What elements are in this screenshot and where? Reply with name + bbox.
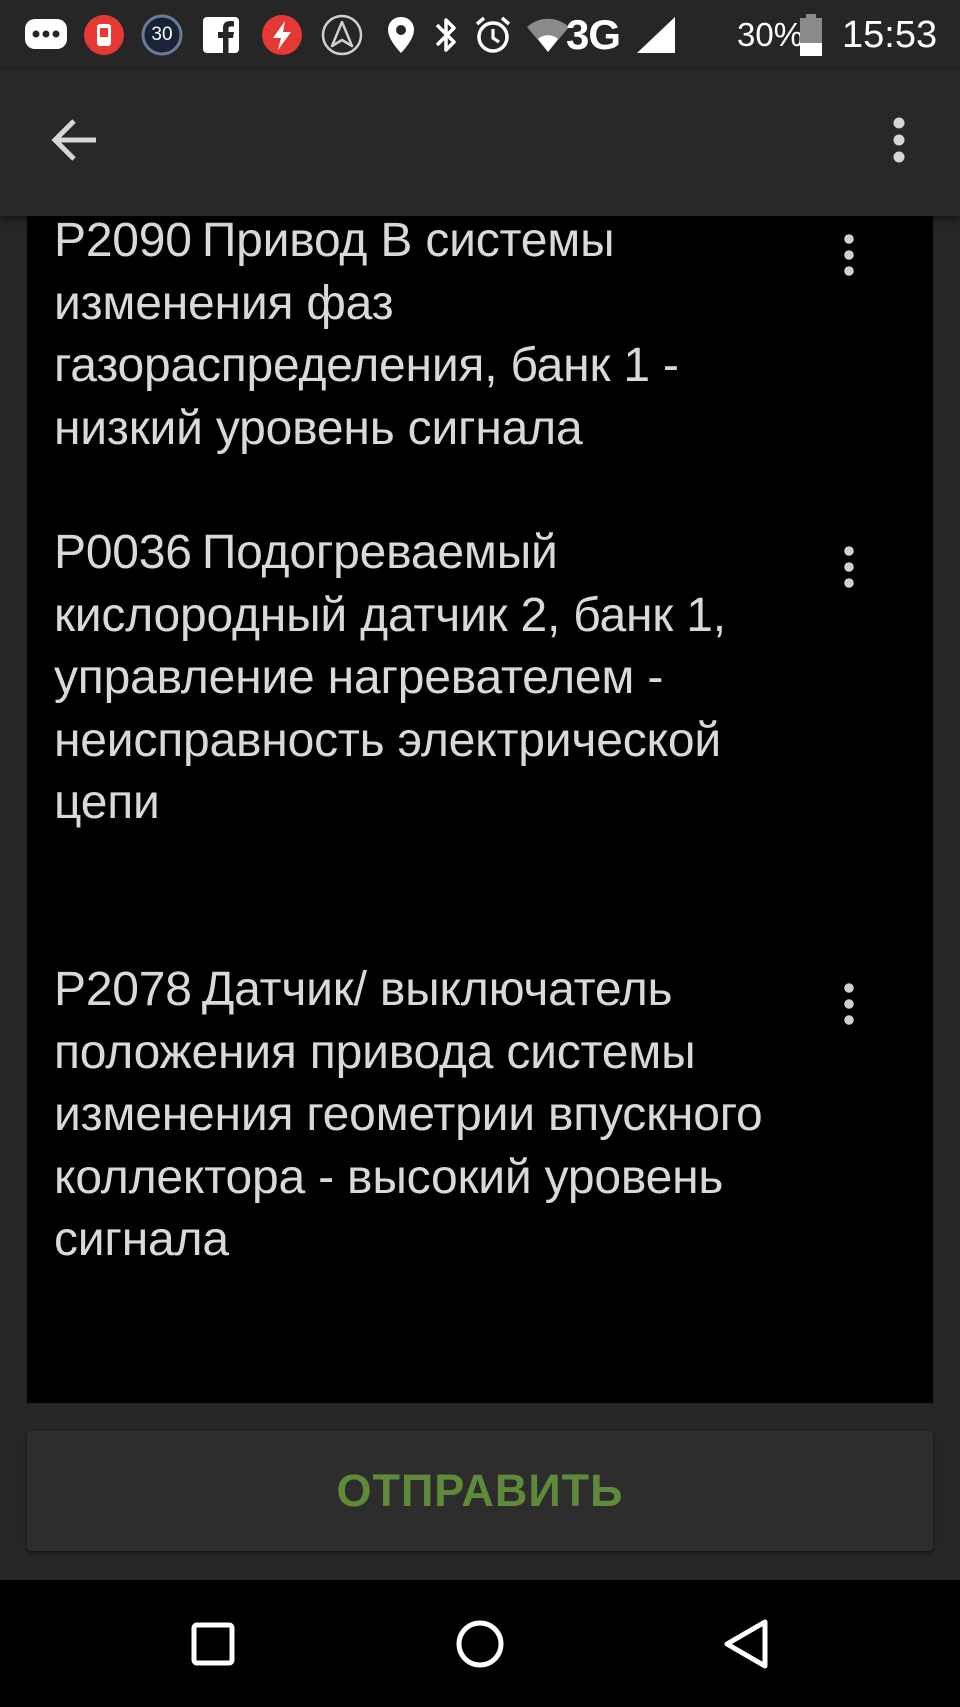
more-vert-icon [844,546,854,588]
list-item[interactable]: P2078 Датчик/ выключатель положения приво… [54,959,904,1272]
navigation-app-icon [318,12,366,58]
screen: 30 3G 30% 15:53 P2090 Привод В системы и… [0,0,960,1707]
list-item[interactable]: P0036 Подогреваемый кислородный датчик 2,… [54,522,904,835]
back-icon [724,1619,768,1669]
overflow-menu-button[interactable] [874,108,924,172]
wifi-icon [524,12,572,58]
back-button[interactable] [36,108,112,172]
location-icon [383,12,419,58]
error-code-text: P2078 Датчик/ выключатель положения приво… [54,959,774,1272]
list-item[interactable]: P2090 Привод В системы изменения фаз газо… [54,216,904,460]
facebook-icon [198,12,244,58]
status-bar: 30 3G 30% 15:53 [0,0,960,70]
error-code: P0036 [54,526,192,579]
home-button[interactable] [435,1602,525,1686]
battery-percent-label: 30% [737,16,804,53]
send-button[interactable]: ОТПРАВИТЬ [27,1431,933,1551]
clock: 15:53 [842,14,938,56]
network-type-label: 3G [566,11,621,58]
app-red-icon [80,12,128,58]
item-menu-button[interactable] [834,979,864,1029]
error-code: P2078 [54,963,192,1016]
badge-count: 30 [151,24,173,45]
more-vert-icon [844,234,854,276]
chat-icon [22,12,70,58]
bluetooth-icon [428,12,464,58]
error-code-list: P2090 Привод В системы изменения фаз газо… [27,216,933,1403]
flash-app-icon [258,12,306,58]
badge-30-icon: 30 [138,12,186,58]
error-code-text: P0036 Подогреваемый кислородный датчик 2,… [54,522,774,835]
app-bar [0,70,960,216]
error-code: P2090 [54,216,192,267]
home-icon [456,1620,504,1668]
signal-icon [632,12,680,58]
alarm-icon [470,12,516,58]
battery-icon [797,12,825,58]
item-menu-button[interactable] [834,542,864,592]
recent-apps-icon [191,1622,235,1666]
recent-apps-button[interactable] [168,1602,258,1686]
item-menu-button[interactable] [834,230,864,280]
more-vert-icon [844,983,854,1025]
arrow-back-icon [51,119,96,161]
more-vert-icon [893,117,905,163]
error-code-text: P2090 Привод В системы изменения фаз газо… [54,216,774,460]
send-button-label: ОТПРАВИТЬ [336,1465,624,1516]
navigation-bar [0,1580,960,1707]
system-back-button[interactable] [701,1602,791,1686]
